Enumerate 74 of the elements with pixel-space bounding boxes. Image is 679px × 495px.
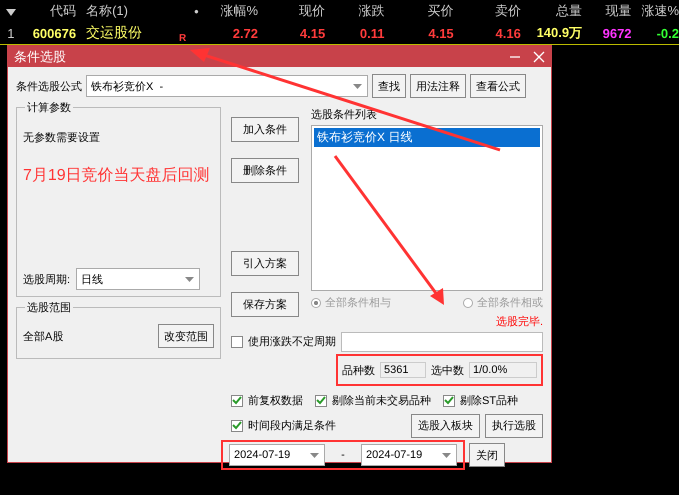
column-header[interactable]: •	[176, 4, 199, 18]
radio-button[interactable]	[311, 298, 321, 308]
checkbox-label: 前复权数据	[248, 394, 303, 408]
params-text: 无参数需要设置	[23, 131, 101, 145]
toolbar-button[interactable]: 用法注释	[410, 74, 466, 98]
row-marker: R	[178, 33, 188, 44]
quote-cell-text: -0.2	[656, 26, 679, 40]
column-header[interactable]: 名称(1)	[76, 2, 177, 20]
close-icon[interactable]	[533, 50, 545, 62]
column-header[interactable]: 总量	[520, 2, 582, 20]
close-button[interactable]: 关闭	[469, 443, 505, 467]
quote-cell-text: 2.72	[232, 26, 258, 40]
toolbar-button[interactable]: 查看公式	[470, 74, 526, 98]
checkbox-label: 剔除ST品种	[460, 394, 518, 408]
count-field: 5361	[380, 362, 426, 378]
column-header[interactable]: 代码	[22, 2, 76, 20]
toolbar-button[interactable]: 查找	[372, 74, 406, 98]
condition-item[interactable]: 铁布衫竞价X 日线	[314, 128, 540, 147]
side-button[interactable]: 加入条件	[231, 117, 299, 142]
radio-button[interactable]	[463, 298, 473, 308]
group-title: 选股范围	[25, 300, 73, 315]
hit-label: 选中数	[431, 364, 464, 378]
column-header[interactable]: 现价	[258, 2, 326, 20]
quote-cell-text: 4.15	[427, 26, 454, 40]
quote-cell-text: 9672	[602, 26, 632, 40]
date-picker[interactable]: 2024-07-19	[229, 444, 325, 466]
status-text: 选股完毕.	[496, 314, 543, 329]
quote-cell-text: 4.16	[494, 26, 521, 40]
checkbox[interactable]	[443, 394, 455, 406]
radio-label: 全部条件相或	[477, 296, 543, 310]
column-header[interactable]: 涨跌	[325, 2, 385, 20]
column-header[interactable]: 现量	[582, 2, 632, 20]
formula-label: 条件选股公式	[16, 80, 82, 94]
checkbox-label: 剔除当前未交易品种	[332, 394, 431, 408]
checkbox[interactable]	[315, 394, 327, 406]
window-title: 条件选股	[14, 48, 66, 66]
quote-cell-text: 600676	[32, 26, 76, 40]
row-index: 1	[6, 26, 16, 40]
action-button[interactable]: 选股入板块	[411, 414, 480, 438]
formula-dropdown[interactable]: 铁布衫竞价X -	[86, 75, 368, 97]
action-button[interactable]: 执行选股	[485, 414, 543, 438]
date-picker[interactable]: 2024-07-19	[361, 444, 457, 466]
column-header[interactable]: 卖价	[454, 2, 521, 20]
side-button[interactable]: 删除条件	[231, 158, 299, 183]
dropdown-arrow-icon[interactable]	[353, 84, 362, 88]
quote-cell-text: 0.11	[358, 26, 384, 40]
dropdown-arrow-icon[interactable]	[442, 452, 451, 458]
group-title: 计算参数	[25, 100, 73, 115]
side-button[interactable]: 引入方案	[231, 251, 299, 276]
column-header[interactable]: 买价	[384, 2, 454, 20]
change-range-button[interactable]: 改变范围	[158, 324, 214, 348]
period-input-field[interactable]	[341, 332, 543, 352]
annotation-text: 7月19日竞价当天盘后回测	[23, 166, 210, 186]
date-separator: -	[340, 449, 346, 461]
range-text: 全部A股	[23, 330, 64, 344]
period-dropdown[interactable]: 日线	[76, 268, 200, 290]
dropdown-arrow-icon[interactable]	[185, 276, 194, 282]
period-label: 选股周期:	[23, 272, 70, 286]
quote-cell-text: 140.9万	[536, 24, 582, 42]
quote-cell-text: 4.15	[298, 26, 326, 40]
checkbox[interactable]	[231, 336, 243, 348]
dropdown-arrow-icon[interactable]	[310, 452, 319, 458]
column-header[interactable]: 涨幅%	[198, 2, 258, 20]
count-label: 品种数	[342, 364, 375, 378]
radio-label: 全部条件相与	[325, 296, 391, 310]
column-header[interactable]: 涨速%	[632, 2, 679, 20]
checkbox-label: 使用涨跌不定周期	[248, 334, 336, 349]
sort-caret-icon[interactable]	[6, 8, 16, 16]
quote-cell-text: 交运股份	[85, 24, 144, 42]
checkbox-label: 时间段内满足条件	[248, 419, 336, 433]
hit-field: 1/0.0%	[469, 362, 537, 378]
checkbox[interactable]	[231, 420, 243, 432]
checkbox[interactable]	[231, 394, 243, 406]
side-button[interactable]: 保存方案	[231, 292, 299, 317]
